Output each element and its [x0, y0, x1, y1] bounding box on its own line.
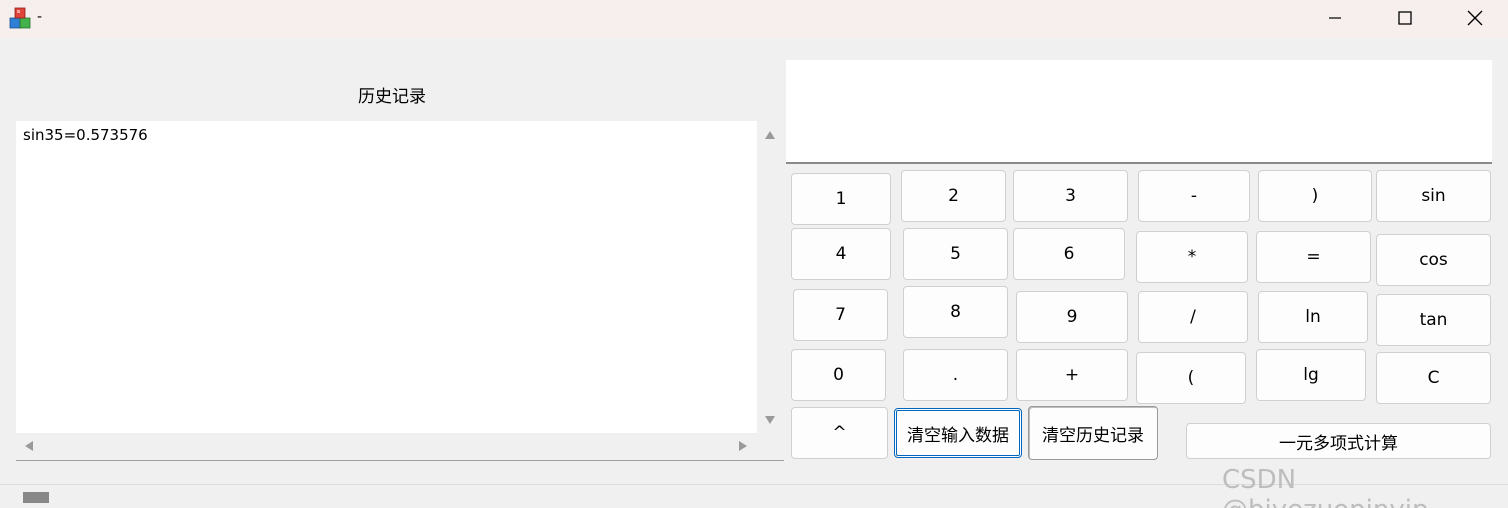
title-bar: - [0, 0, 1508, 38]
key-lg-button[interactable]: lg [1256, 349, 1366, 401]
maximize-button[interactable] [1370, 0, 1440, 36]
key-tan-button[interactable]: tan [1376, 294, 1491, 346]
minimize-button[interactable] [1300, 0, 1370, 36]
key-plus-button[interactable]: + [1016, 349, 1128, 401]
resize-grip-icon[interactable] [23, 492, 49, 503]
key-8-button[interactable]: 8 [903, 286, 1008, 338]
key-5-button[interactable]: 5 [903, 228, 1008, 280]
close-icon [1467, 10, 1483, 26]
key-7-button[interactable]: 7 [793, 289, 888, 341]
key-9-button[interactable]: 9 [1016, 291, 1128, 343]
scroll-down-icon[interactable] [765, 416, 775, 424]
watermark: CSDN @biyezuopinvip [1222, 465, 1428, 508]
key-6-button[interactable]: 6 [1013, 228, 1125, 280]
scroll-left-icon[interactable] [25, 441, 33, 451]
key-cos-button[interactable]: cos [1376, 234, 1491, 286]
key-sin-button[interactable]: sin [1376, 170, 1491, 222]
key-4-button[interactable]: 4 [791, 228, 891, 280]
key-1-button[interactable]: 1 [791, 173, 891, 225]
key-3-button[interactable]: 3 [1013, 170, 1128, 222]
key-2-button[interactable]: 2 [901, 170, 1006, 222]
key-rparen-button[interactable]: ) [1258, 170, 1372, 222]
key-ln-button[interactable]: ln [1258, 291, 1368, 343]
maximize-icon [1398, 11, 1412, 25]
clear-history-button[interactable]: 清空历史记录 [1028, 406, 1158, 460]
clear-input-button[interactable]: 清空输入数据 [894, 408, 1022, 458]
key-equals-button[interactable]: = [1256, 231, 1371, 283]
minimize-icon [1329, 17, 1341, 19]
history-textarea[interactable]: sin35=0.573576 [16, 121, 784, 461]
scroll-up-icon[interactable] [765, 131, 775, 139]
history-entry: sin35=0.573576 [23, 126, 148, 144]
key-divide-button[interactable]: / [1138, 291, 1248, 343]
key-clear-button[interactable]: C [1376, 352, 1491, 404]
vertical-scrollbar[interactable] [757, 121, 784, 433]
polynomial-calc-button[interactable]: 一元多项式计算 [1186, 423, 1491, 459]
key-power-button[interactable]: ^ [791, 407, 888, 459]
scroll-corner [757, 433, 784, 460]
key-dot-button[interactable]: . [903, 349, 1008, 401]
cubes-app-icon [9, 7, 31, 29]
key-minus-button[interactable]: - [1138, 170, 1250, 222]
close-button[interactable] [1440, 0, 1508, 36]
history-label: 历史记录 [358, 87, 426, 107]
key-0-button[interactable]: 0 [791, 349, 886, 401]
calc-display[interactable] [786, 60, 1492, 164]
key-multiply-button[interactable]: * [1136, 231, 1248, 283]
scroll-right-icon[interactable] [739, 441, 747, 451]
window-title: - [37, 9, 43, 25]
horizontal-scrollbar[interactable] [16, 433, 757, 460]
key-lparen-button[interactable]: ( [1136, 352, 1246, 404]
